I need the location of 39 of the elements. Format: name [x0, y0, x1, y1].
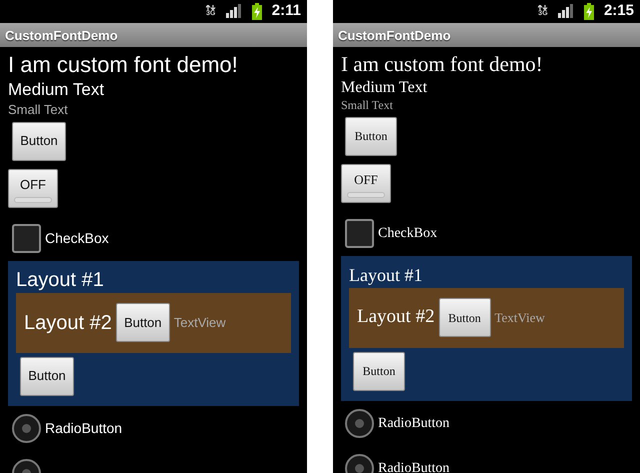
layout-title: Layout #2 — [357, 305, 435, 330]
clock-time: 2:15 — [604, 1, 634, 21]
toggle-button[interactable]: OFF — [8, 168, 58, 208]
radio-button[interactable] — [345, 408, 374, 438]
medium-text: Medium Text — [8, 78, 104, 100]
large-text: I am custom font demo! — [8, 50, 238, 78]
signal-icon — [226, 4, 242, 18]
layout-title: Layout #1 — [16, 268, 105, 292]
checkbox-label: CheckBox — [45, 228, 109, 248]
small-text: Small Text — [8, 100, 68, 118]
layout-title: Layout #2 — [24, 310, 112, 336]
large-text: I am custom font demo! — [341, 50, 543, 76]
button[interactable]: Button — [438, 298, 491, 337]
checkbox[interactable] — [345, 218, 374, 248]
data-arrows-icon — [538, 5, 548, 10]
button[interactable]: Button — [353, 352, 405, 390]
radio-button[interactable] — [12, 414, 41, 442]
radio-label: RadioButton — [378, 414, 450, 432]
app-title: CustomFontDemo — [0, 22, 307, 46]
small-text: Small Text — [341, 98, 393, 112]
radio-label: RadioButton — [45, 418, 122, 438]
signal-icon — [558, 4, 574, 18]
battery-charging-icon — [252, 2, 262, 20]
layout-title: Layout #1 — [349, 264, 424, 287]
checkbox-label: CheckBox — [378, 224, 438, 242]
radio-label: RadioButton — [378, 460, 450, 473]
medium-text: Medium Text — [341, 78, 428, 98]
text-view: TextView — [174, 314, 226, 332]
clock-time: 2:11 — [272, 1, 301, 21]
button[interactable]: Button — [116, 303, 170, 342]
app-title: CustomFontDemo — [333, 22, 640, 46]
button[interactable]: Button — [20, 356, 74, 396]
toggle-button[interactable]: OFF — [341, 164, 391, 202]
button[interactable]: Button — [345, 116, 397, 156]
text-view: TextView — [494, 308, 545, 327]
checkbox[interactable] — [12, 224, 41, 252]
data-arrows-icon — [206, 5, 216, 10]
battery-charging-icon — [584, 2, 594, 20]
button[interactable]: Button — [12, 122, 66, 160]
